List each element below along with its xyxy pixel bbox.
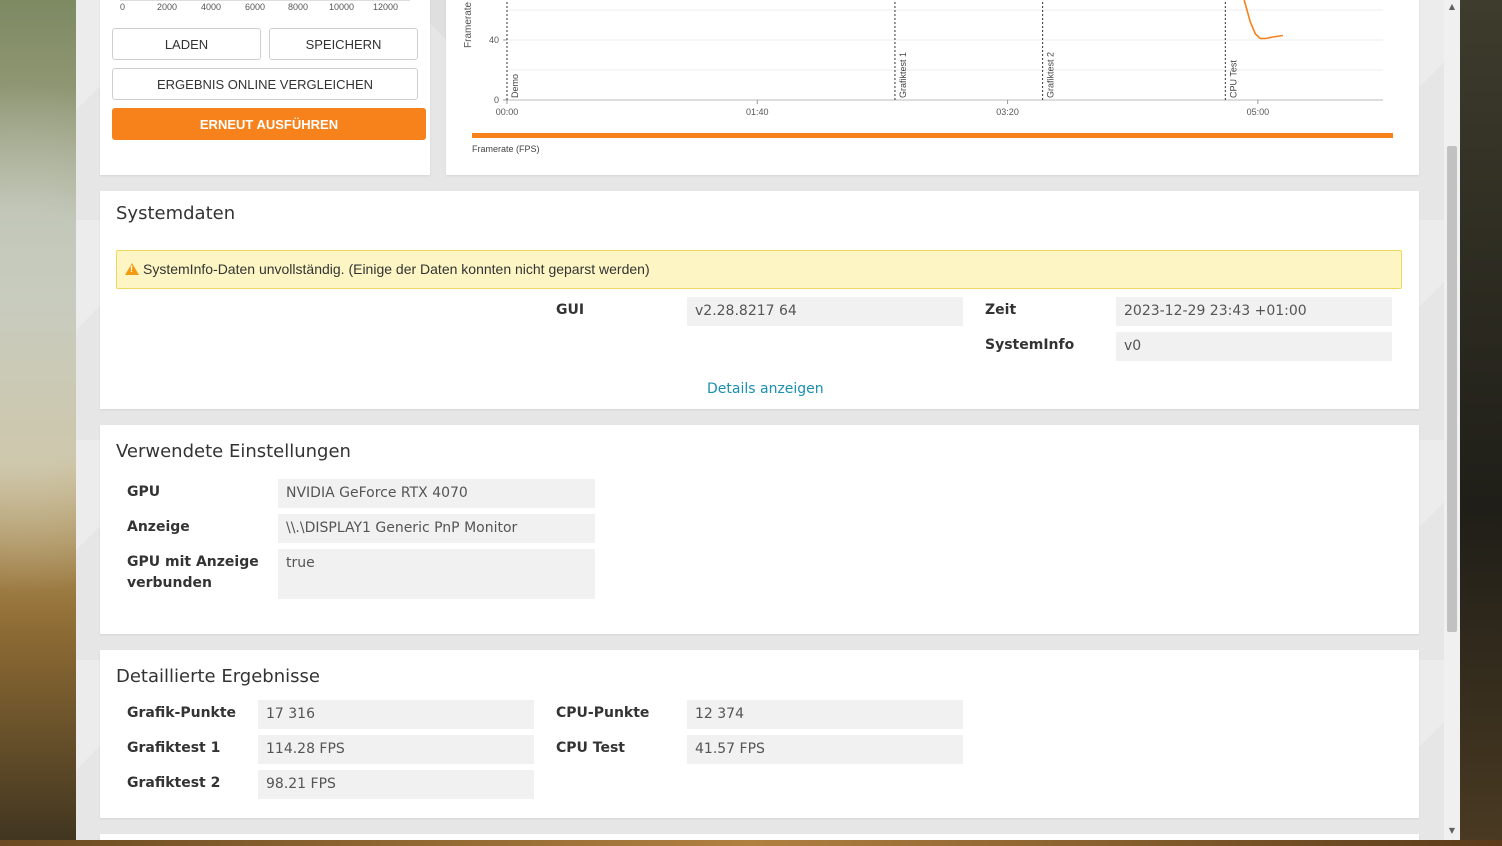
vertical-scrollbar[interactable]: ▲ ▼: [1444, 0, 1460, 840]
x-tick-label: 10000: [329, 2, 355, 12]
display-label: Anzeige: [127, 519, 190, 535]
graphics-score-label: Grafik-Punkte: [127, 705, 237, 721]
x-tick-label: 05:00: [1247, 107, 1270, 117]
warning-text: SystemInfo-Daten unvollständig. (Einige …: [143, 261, 650, 277]
systeminfo-value: v0: [1116, 332, 1392, 361]
legend-swatch: [472, 133, 1393, 138]
gpu-connected-value: true: [278, 549, 595, 599]
y-axis-label: Framerate: [463, 1, 474, 48]
section-title: Detaillierte Ergebnisse: [116, 666, 320, 687]
x-tick-label: 0: [120, 2, 126, 12]
desktop-wallpaper-bottom: [0, 840, 1502, 846]
gui-label: GUI: [556, 302, 585, 318]
system-data-card: Systemdaten ! SystemInfo-Daten unvollstä…: [100, 191, 1419, 409]
cpu-test-label: CPU Test: [556, 740, 625, 756]
next-section-card: [100, 834, 1419, 840]
systeminfo-label: SystemInfo: [985, 337, 1075, 353]
graphics-test-2-label: Grafiktest 2: [127, 775, 221, 791]
compare-online-button[interactable]: ERGEBNIS ONLINE VERGLEICHEN: [112, 68, 418, 100]
graphics-test-1-value: 114.28 FPS: [258, 735, 534, 764]
graphics-score-value: 17 316: [258, 700, 534, 729]
load-button[interactable]: LADEN: [112, 28, 261, 60]
y-tick-label: 0: [494, 95, 499, 105]
scroll-down-icon[interactable]: ▼: [1444, 824, 1460, 838]
y-tick-label: 40: [489, 35, 499, 45]
x-tick-label: 01:40: [746, 107, 769, 117]
warning-icon: !: [125, 263, 139, 275]
cpu-score-value: 12 374: [687, 700, 963, 729]
warning-banner: ! SystemInfo-Daten unvollständig. (Einig…: [116, 250, 1402, 289]
x-tick-label: 2000: [157, 2, 178, 12]
section-title: Systemdaten: [116, 203, 236, 224]
framerate-series-line: [1243, 0, 1284, 40]
score-distribution-axis: 0 2000 4000 6000 8000 10000 12000: [100, 0, 430, 18]
framerate-chart: 04080Framerate00:0001:4003:2005:00DemoGr…: [463, 0, 1393, 154]
gpu-connected-label: GPU mit Anzeige verbunden: [127, 554, 259, 591]
gpu-value: NVIDIA GeForce RTX 4070: [278, 479, 595, 508]
x-tick-label: 4000: [201, 2, 222, 12]
test-marker-label: Grafiktest 2: [1046, 52, 1056, 98]
time-value: 2023-12-29 23:43 +01:00: [1116, 297, 1392, 326]
framerate-chart-card: 04080Framerate00:0001:4003:2005:00DemoGr…: [446, 0, 1419, 175]
detailed-results-card: Detaillierte Ergebnisse Grafik-Punkte 17…: [100, 650, 1419, 818]
legend-label: Framerate (FPS): [472, 144, 540, 154]
x-tick-label: 03:20: [996, 107, 1019, 117]
x-tick-label: 6000: [245, 2, 266, 12]
score-actions-card: 0 2000 4000 6000 8000 10000 12000 LADEN …: [100, 0, 430, 175]
gpu-label: GPU: [127, 484, 161, 500]
cpu-test-value: 41.57 FPS: [687, 735, 963, 764]
show-details-link[interactable]: Details anzeigen: [707, 381, 824, 397]
gui-value: v2.28.8217 64: [687, 297, 963, 326]
scroll-up-icon[interactable]: ▲: [1444, 0, 1460, 14]
desktop-wallpaper-left: [0, 0, 76, 846]
test-marker-label: CPU Test: [1228, 60, 1238, 98]
x-tick-label: 8000: [288, 2, 309, 12]
graphics-test-2-value: 98.21 FPS: [258, 770, 534, 799]
section-title: Verwendete Einstellungen: [116, 441, 351, 462]
axis-line: [120, 0, 410, 1]
x-tick-label: 12000: [373, 2, 399, 12]
rerun-button[interactable]: ERNEUT AUSFÜHREN: [112, 108, 426, 140]
app-window: 0 2000 4000 6000 8000 10000 12000 LADEN …: [76, 0, 1460, 840]
cpu-score-label: CPU-Punkte: [556, 705, 650, 721]
desktop-wallpaper-right: [1460, 0, 1502, 846]
used-settings-card: Verwendete Einstellungen GPU NVIDIA GeFo…: [100, 425, 1419, 634]
test-marker-label: Grafiktest 1: [898, 52, 908, 98]
display-value: \\.\DISPLAY1 Generic PnP Monitor: [278, 514, 595, 543]
save-button[interactable]: SPEICHERN: [269, 28, 418, 60]
test-marker-label: Demo: [510, 74, 520, 98]
scrollbar-thumb[interactable]: [1447, 146, 1457, 632]
time-label: Zeit: [985, 302, 1017, 318]
graphics-test-1-label: Grafiktest 1: [127, 740, 221, 756]
x-tick-label: 00:00: [496, 107, 519, 117]
